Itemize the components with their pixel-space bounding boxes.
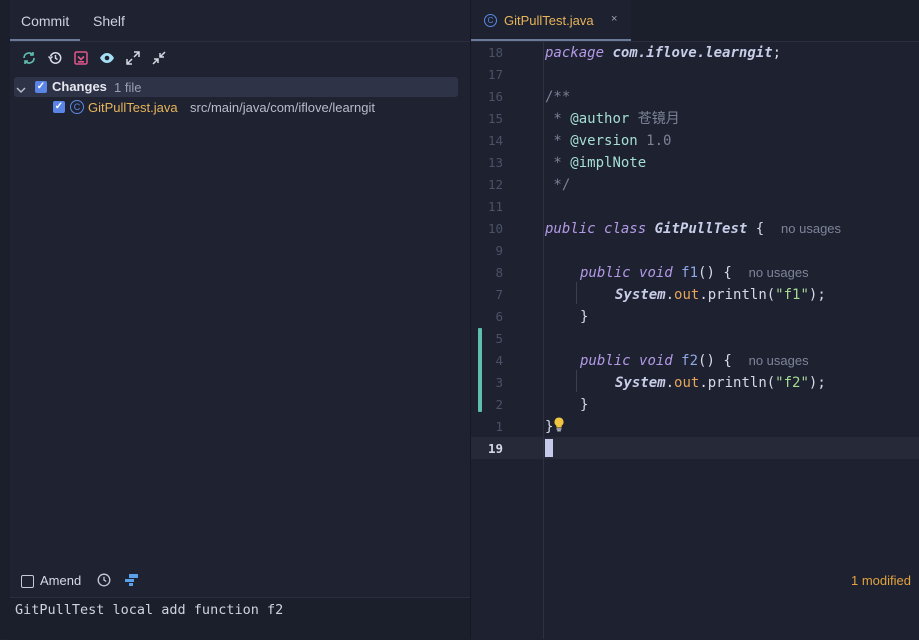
- commit-message-field[interactable]: GitPullTest local add function f2: [10, 597, 470, 640]
- line-number: 7: [495, 287, 503, 302]
- code-line: public class GitPullTest { no usages: [545, 221, 842, 237]
- line-number: 6: [495, 309, 503, 324]
- commit-message-text[interactable]: GitPullTest local add function f2: [15, 602, 283, 618]
- indent-guide: [576, 370, 577, 392]
- usage-hint[interactable]: no usages: [749, 265, 809, 280]
- active-tab-indicator: [471, 39, 631, 41]
- code-line: System.out.println("f2");: [615, 375, 826, 391]
- code-line: public void f2() { no usages: [580, 353, 809, 369]
- amend-label[interactable]: Amend: [40, 573, 81, 588]
- tabs-divider: [10, 41, 470, 42]
- code-line: package com.iflove.learngit;: [545, 45, 782, 61]
- line-number: 3: [495, 375, 503, 390]
- line-number: 1: [495, 419, 503, 434]
- line-number: 17: [487, 67, 503, 82]
- line-number: 8: [495, 265, 503, 280]
- code-line: */: [545, 177, 571, 193]
- changes-label: Changes: [52, 79, 107, 94]
- indent-guide: [576, 282, 577, 304]
- refresh-icon[interactable]: [21, 50, 37, 66]
- line-number: 13: [487, 155, 503, 170]
- line-number: 2: [495, 397, 503, 412]
- vcs-change-marker[interactable]: [478, 328, 482, 412]
- commit-options-icon[interactable]: [123, 573, 139, 592]
- modified-count: 1 modified: [851, 573, 911, 588]
- current-line-number: 19: [487, 441, 503, 456]
- java-class-icon: C: [70, 100, 84, 114]
- file-checkbox[interactable]: ✓: [53, 101, 65, 113]
- collapse-all-icon[interactable]: [151, 50, 167, 66]
- amend-checkbox[interactable]: [21, 575, 34, 588]
- code-line: /**: [545, 89, 571, 105]
- code-line: }: [580, 397, 589, 413]
- code-line: * @implNote: [545, 155, 647, 171]
- changes-checkbox[interactable]: ✓: [35, 81, 47, 93]
- line-number: 9: [495, 243, 503, 258]
- usage-hint[interactable]: no usages: [749, 353, 809, 368]
- line-number: 5: [495, 331, 503, 346]
- line-number: 15: [487, 111, 503, 126]
- editor-tab-bar: C GitPullTest.java ×: [471, 0, 919, 42]
- usage-hint[interactable]: no usages: [781, 221, 841, 236]
- line-number: 12: [487, 177, 503, 192]
- editor-tab-label[interactable]: GitPullTest.java: [504, 13, 594, 28]
- code-line: }: [580, 309, 589, 325]
- shelve-icon[interactable]: [73, 50, 89, 66]
- preview-icon[interactable]: [99, 50, 115, 66]
- changes-count: 1 file: [114, 80, 142, 95]
- line-number: 18: [487, 45, 503, 60]
- changed-file-path: src/main/java/com/iflove/learngit: [190, 100, 375, 115]
- code-line: System.out.println("f1");: [615, 287, 826, 303]
- line-number: 14: [487, 133, 503, 148]
- tab-commit[interactable]: Commit: [21, 0, 69, 41]
- close-icon[interactable]: ×: [611, 13, 617, 25]
- code-line: * @author 苍镜月: [545, 111, 680, 127]
- line-number: 16: [487, 89, 503, 104]
- clock-icon[interactable]: [97, 573, 111, 592]
- line-number: 10: [487, 221, 503, 236]
- changed-file-name[interactable]: GitPullTest.java: [88, 100, 178, 115]
- lightbulb-icon[interactable]: [552, 416, 566, 437]
- rollback-icon[interactable]: [47, 50, 63, 66]
- java-class-icon: C: [484, 14, 497, 27]
- text-caret: [545, 439, 553, 457]
- chevron-down-icon[interactable]: [16, 82, 26, 100]
- line-number: 4: [495, 353, 503, 368]
- gutter-separator: [543, 42, 544, 639]
- code-line: public void f1() { no usages: [580, 265, 809, 281]
- tool-window-strip: [0, 0, 10, 639]
- expand-all-icon[interactable]: [125, 50, 141, 66]
- code-line: * @version 1.0: [545, 133, 672, 149]
- line-number: 11: [487, 199, 503, 214]
- tab-shelf[interactable]: Shelf: [93, 0, 125, 41]
- editor-tab[interactable]: C GitPullTest.java ×: [471, 0, 631, 41]
